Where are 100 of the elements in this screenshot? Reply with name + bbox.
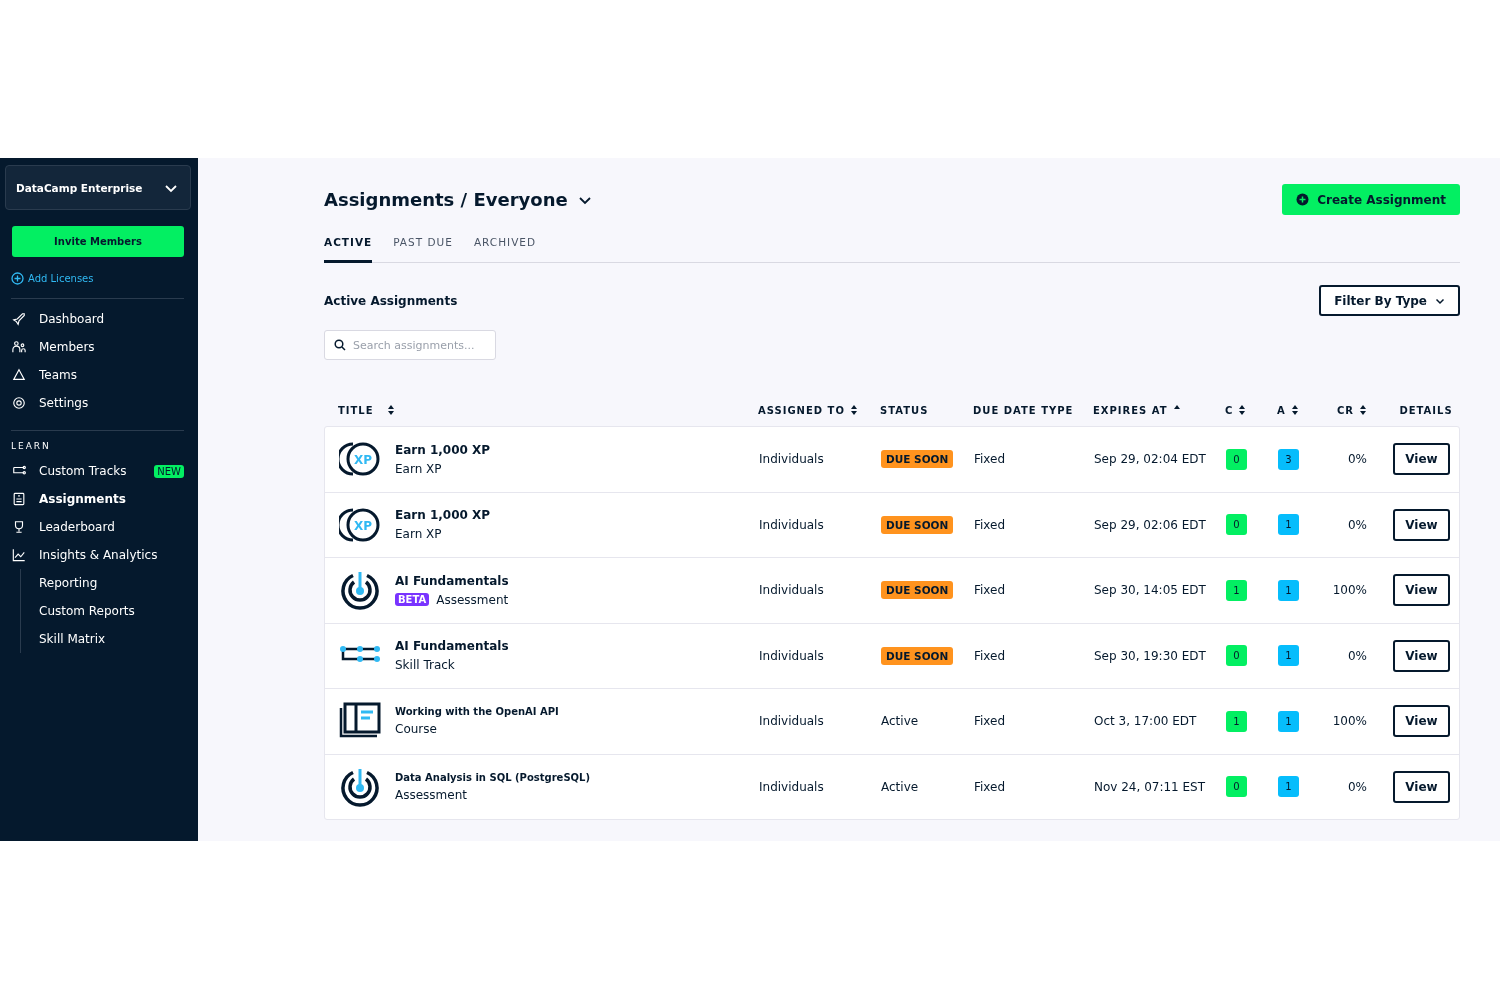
assignment-type: Assessment [395,787,467,802]
plus-circle-icon [1296,193,1310,206]
count-badge: 0 [1226,448,1247,470]
column-header[interactable]: DUE DATE TYPE [973,404,1074,416]
table-cell: Sep 29, 02:06 EDT [1094,517,1206,532]
table-cell: Individuals [759,583,824,598]
tab[interactable]: PAST DUE [393,229,453,263]
table-cell: Individuals [759,452,824,467]
table-cell: Sep 30, 14:05 EDT [1094,583,1206,598]
table-cell: 0% [1347,779,1367,794]
sidebar-subitem[interactable]: Custom Reports [39,597,135,625]
table-cell: Fixed [974,583,1006,598]
sidebar-subitem[interactable]: Reporting [39,569,98,597]
table-cell: 100% [1332,583,1367,598]
sidebar-item[interactable]: Dashboard [0,305,198,333]
assignment-title[interactable]: Working with the OpenAI API [395,706,559,718]
trophy-icon [12,520,26,534]
search-icon [334,339,346,351]
beta-badge: BETA [395,593,430,607]
table-cell: Oct 3, 17:00 EDT [1094,714,1197,729]
table-cell: Sep 30, 19:30 EDT [1094,648,1206,663]
assignment-type: Earn XP [395,527,442,542]
view-button[interactable]: View [1393,705,1450,738]
column-header[interactable]: EXPIRES AT [1093,404,1168,416]
target-icon [339,569,381,612]
document-icon [12,492,26,506]
view-button[interactable]: View [1393,639,1450,672]
view-button[interactable]: View [1393,574,1450,607]
sort-ascending-icon[interactable] [1173,405,1180,409]
sidebar-item[interactable]: Settings [0,389,198,417]
view-button[interactable]: View [1393,770,1450,803]
count-badge: 3 [1278,448,1299,470]
status-badge: DUE SOON [881,581,954,600]
sidebar-item[interactable]: Leaderboard [0,513,198,541]
assignment-title[interactable]: AI Fundamentals [395,639,509,654]
table-cell: Fixed [974,517,1006,532]
column-header[interactable]: TITLE [338,404,374,416]
table-cell: Fixed [974,714,1006,729]
assignment-title[interactable]: AI Fundamentals [395,573,509,588]
assignment-type: Course [395,722,437,737]
invite-members-button[interactable]: Invite Members [12,226,184,257]
add-licenses-link[interactable]: Add Licenses [11,272,94,285]
table-cell: Fixed [974,779,1006,794]
table-cell: 100% [1332,714,1367,729]
section-title: Active Assignments [324,293,458,308]
page-title: Assignments / Everyone [324,189,568,210]
sort-icon[interactable] [1360,405,1366,415]
rocket-icon [12,312,26,326]
assignment-type: Assessment [436,592,509,607]
sidebar-subitem[interactable]: Skill Matrix [39,625,106,653]
table-cell: Individuals [759,714,824,729]
table-cell: Individuals [759,648,824,663]
plus-circle-icon [11,272,24,285]
sort-icon[interactable] [1291,405,1298,415]
column-header[interactable]: CR [1336,404,1354,416]
table-cell: 0% [1347,648,1367,663]
assignment-type: Earn XP [395,461,442,476]
column-header[interactable]: A [1277,404,1286,416]
sort-icon[interactable] [1239,405,1246,415]
table-cell: Individuals [759,517,824,532]
section-label: LEARN [11,441,52,451]
count-badge: 1 [1278,579,1299,601]
tab[interactable]: ACTIVE [324,229,373,263]
org-select[interactable]: DataCamp Enterprise [5,165,191,210]
assignment-title[interactable]: Earn 1,000 XP [395,442,491,457]
table-cell: Fixed [974,452,1006,467]
status-badge: DUE SOON [881,515,954,534]
new-badge: NEW [154,464,184,478]
assignment-type: Skill Track [395,658,455,673]
count-badge: 1 [1278,645,1299,667]
sort-icon[interactable] [387,405,394,415]
triangle-icon [12,368,26,382]
column-header[interactable]: DETAILS [1399,404,1453,416]
tab[interactable]: ARCHIVED [473,229,537,263]
sidebar-item[interactable]: Members [0,333,198,361]
sidebar-item[interactable]: Assignments [0,485,198,513]
table-cell: 0% [1347,517,1367,532]
count-badge: 1 [1226,579,1247,601]
search-field[interactable]: Search assignments... [324,330,496,360]
sidebar-item[interactable]: Teams [0,361,198,389]
column-header[interactable]: STATUS [880,404,929,416]
table-cell: Individuals [759,779,824,794]
table-cell: Fixed [974,648,1006,663]
assignment-title[interactable]: Data Analysis in SQL (PostgreSQL) [395,771,591,783]
people-icon [12,340,26,354]
count-badge: 1 [1278,710,1299,732]
count-badge: 0 [1226,776,1247,798]
view-button[interactable]: View [1393,508,1450,541]
view-button[interactable]: View [1393,443,1450,476]
sidebar-item[interactable]: Custom Tracks NEW [0,457,198,485]
column-header[interactable]: ASSIGNED TO [758,404,845,416]
column-header[interactable]: C [1225,404,1234,416]
sort-icon[interactable] [850,405,857,415]
filter-button[interactable]: Filter By Type [1319,285,1460,316]
assignment-title[interactable]: Earn 1,000 XP [395,508,491,523]
line-chart-icon [12,548,26,562]
create-assignment-button[interactable]: Create Assignment [1282,184,1460,215]
count-badge: 1 [1278,776,1299,798]
sidebar-item[interactable]: Insights & Analytics [0,541,198,569]
count-badge: 0 [1226,645,1247,667]
